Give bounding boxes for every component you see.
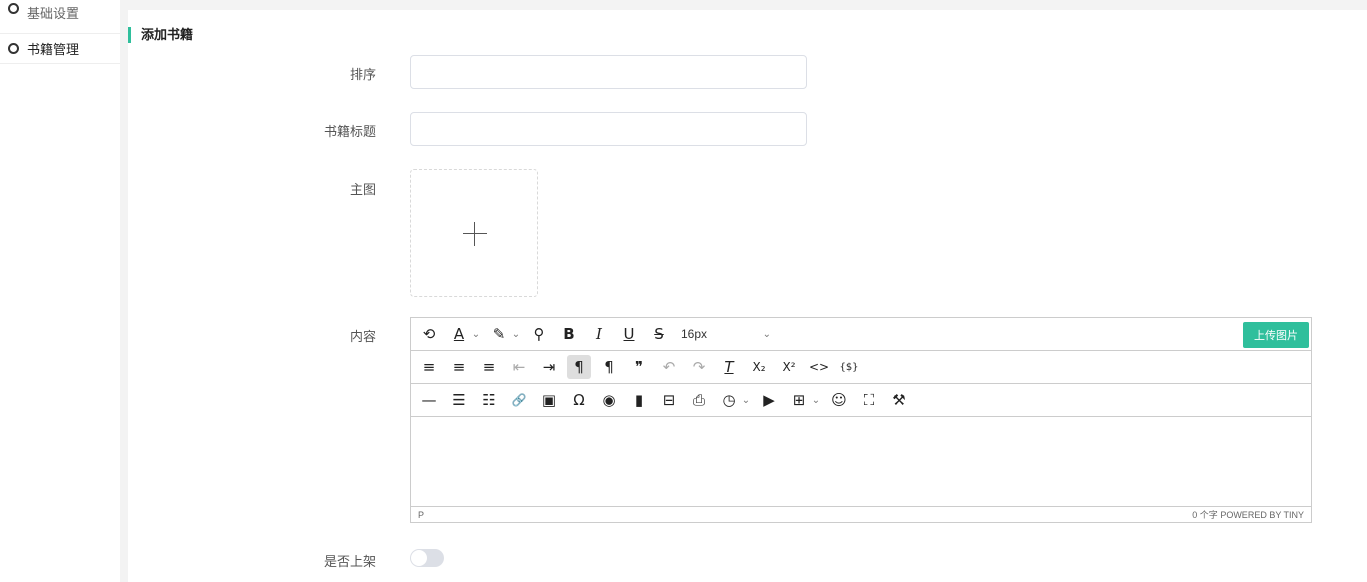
format-painter-icon[interactable]: ⚒ [887,388,911,412]
font-size-select[interactable]: 16px ⌄ [677,322,773,346]
on-shelf-label: 是否上架 [323,554,376,569]
circle-icon [8,3,19,14]
rtl-icon[interactable]: ¶ [597,355,621,379]
code-icon[interactable]: <> [807,355,831,379]
main-image-uploader[interactable] [410,169,538,297]
blockquote-icon[interactable]: ❞ [627,355,651,379]
align-right-icon[interactable]: ≡ [477,355,501,379]
book-title-input[interactable] [410,112,807,146]
on-shelf-toggle[interactable] [410,549,444,567]
page-break-icon[interactable]: ⊟ [657,388,681,412]
link-icon[interactable]: 🔗 [507,388,531,412]
template-icon[interactable]: {$} [837,355,861,379]
editor-status-bar: P 0 个字 POWERED BY TINY [411,507,1311,522]
search-icon[interactable]: ⚲ [527,322,551,346]
circle-icon [8,43,19,54]
chevron-down-icon: ⌄ [762,328,771,340]
datetime-icon[interactable]: ◷ [717,388,741,412]
upload-image-button[interactable]: 上传图片 [1243,322,1309,348]
chevron-down-icon[interactable]: ⌄ [471,322,481,346]
print-icon[interactable]: ⎙ [687,388,711,412]
numbered-list-icon[interactable]: ☷ [477,388,501,412]
editor-content-area[interactable] [411,417,1311,507]
bullet-list-icon[interactable]: ☰ [447,388,471,412]
table-icon[interactable]: ⊞ [787,388,811,412]
special-char-icon[interactable]: Ω [567,388,591,412]
underline-icon[interactable]: U [617,322,641,346]
sidebar-item-label: 基础设置 [27,6,80,21]
element-path[interactable]: P [418,510,424,520]
highlight-color-icon[interactable]: ✎ [487,322,511,346]
media-icon[interactable]: ▶ [757,388,781,412]
toolbar-row-3: — ☰ ☷ 🔗 ▣ Ω ◉ ▮ ⊟ ⎙ ◷ ⌄ ▶ ⊞ ⌄ ☺ ⛶ ⚒ [411,384,1311,417]
rich-text-editor: ⟲ A ⌄ ✎ ⌄ ⚲ B I U S 16px ⌄ 上传图片 ≡ ≡ ≡ ⇤ … [410,317,1312,523]
sidebar: 基础设置 书籍管理 [0,0,120,582]
sidebar-item-book-management[interactable]: 书籍管理 [0,34,120,64]
indent-icon[interactable]: ⇥ [537,355,561,379]
bold-icon[interactable]: B [557,322,581,346]
strikethrough-icon[interactable]: S [647,322,671,346]
superscript-icon[interactable]: X² [777,355,801,379]
redo-icon[interactable]: ↷ [687,355,711,379]
sidebar-item-label: 书籍管理 [27,42,80,57]
status-right: 0 个字 POWERED BY TINY [1192,508,1304,521]
chevron-down-icon[interactable]: ⌄ [741,388,751,412]
word-count[interactable]: 0 个字 [1192,510,1218,520]
history-icon[interactable]: ⟲ [417,322,441,346]
toolbar-row-1: ⟲ A ⌄ ✎ ⌄ ⚲ B I U S 16px ⌄ 上传图片 [411,318,1311,351]
sort-label: 排序 [349,67,376,82]
emoji-icon[interactable]: ☺ [827,388,851,412]
chevron-down-icon[interactable]: ⌄ [811,388,821,412]
section-title: 添加书籍 [128,27,193,43]
horizontal-rule-icon[interactable]: — [417,388,441,412]
outdent-icon[interactable]: ⇤ [507,355,531,379]
book-title-label: 书籍标题 [323,124,376,139]
plus-icon [463,222,487,246]
subscript-icon[interactable]: X₂ [747,355,771,379]
preview-icon[interactable]: ◉ [597,388,621,412]
bookmark-icon[interactable]: ▮ [627,388,651,412]
align-left-icon[interactable]: ≡ [417,355,441,379]
font-size-value: 16px [681,327,708,341]
align-center-icon[interactable]: ≡ [447,355,471,379]
undo-icon[interactable]: ↶ [657,355,681,379]
branding-link[interactable]: POWERED BY TINY [1220,510,1304,520]
image-icon[interactable]: ▣ [537,388,561,412]
content-label: 内容 [349,329,376,344]
toolbar-row-2: ≡ ≡ ≡ ⇤ ⇥ ¶ ¶ ❞ ↶ ↷ T X₂ X² <> {$} [411,351,1311,384]
sidebar-item-basic-settings[interactable]: 基础设置 [0,0,120,34]
fullscreen-icon[interactable]: ⛶ [857,388,881,412]
ltr-icon[interactable]: ¶ [567,355,591,379]
main-panel: 添加书籍 排序 书籍标题 主图 内容 ⟲ A ⌄ ✎ ⌄ ⚲ B I U S 1… [128,10,1367,582]
italic-icon[interactable]: I [587,322,611,346]
toggle-knob [411,550,427,566]
chevron-down-icon[interactable]: ⌄ [511,322,521,346]
text-color-icon[interactable]: A [447,322,471,346]
main-image-label: 主图 [349,182,376,197]
clear-format-icon[interactable]: T [717,355,741,379]
sort-input[interactable] [410,55,807,89]
